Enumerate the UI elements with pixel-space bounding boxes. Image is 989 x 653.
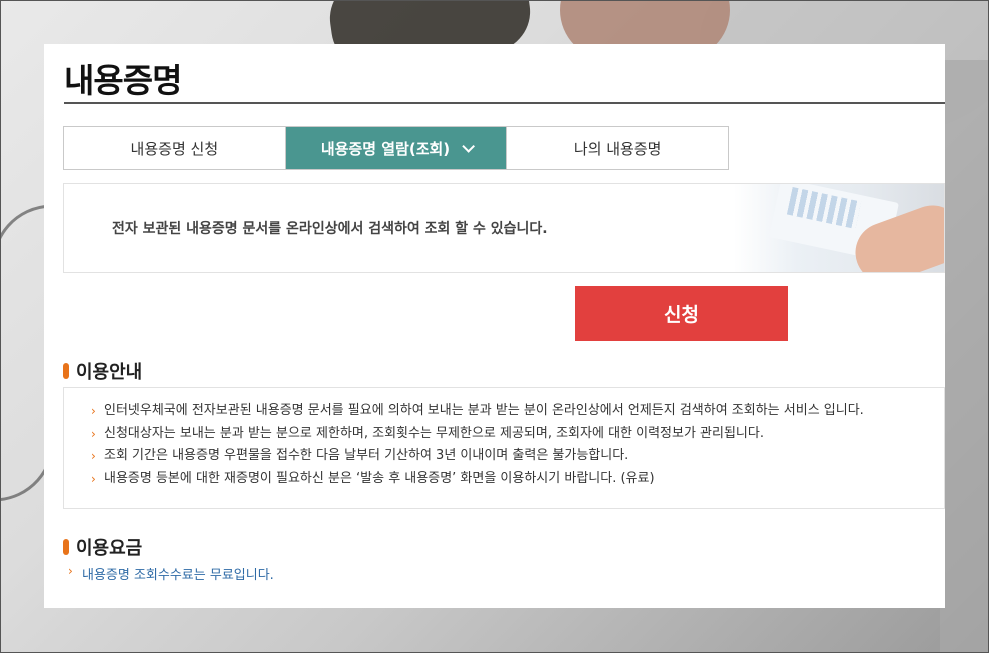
list-item-text: 신청대상자는 보내는 분과 받는 분으로 제한하며, 조회횟수는 무제한으로 제… — [104, 425, 764, 441]
list-item: › 인터넷우체국에 전자보관된 내용증명 문서를 필요에 의하여 보내는 분과 … — [64, 400, 944, 423]
tab-apply[interactable]: 내용증명 신청 — [64, 127, 285, 169]
content-panel: 내용증명 내용증명 신청 내용증명 열람(조회) 나의 내용증명 전자 보관된 … — [44, 44, 945, 608]
chevron-right-icon: › — [68, 564, 73, 578]
info-banner: 전자 보관된 내용증명 문서를 온라인상에서 검색하여 조회 할 수 있습니다. — [63, 183, 945, 273]
usage-guide-box: › 인터넷우체국에 전자보관된 내용증명 문서를 필요에 의하여 보내는 분과 … — [63, 387, 945, 509]
chevron-right-icon: › — [91, 404, 96, 418]
list-item: › 신청대상자는 보내는 분과 받는 분으로 제한하며, 조회횟수는 무제한으로… — [64, 423, 944, 446]
banner-image — [734, 184, 944, 272]
list-item-text: 내용증명 등본에 대한 재증명이 필요하신 분은 ‘발송 후 내용증명’ 화면을… — [104, 470, 655, 486]
chevron-right-icon: › — [91, 426, 96, 441]
chevron-down-icon — [462, 139, 476, 153]
tab-label: 나의 내용증명 — [573, 139, 662, 158]
list-item: › 내용증명 등본에 대한 재증명이 필요하신 분은 ‘발송 후 내용증명’ 화… — [64, 468, 944, 491]
tab-view[interactable]: 내용증명 열람(조회) — [284, 127, 507, 169]
tab-label: 내용증명 신청 — [130, 139, 219, 158]
title-divider — [64, 102, 945, 104]
section-marker-icon — [63, 363, 69, 379]
list-item: › 조회 기간은 내용증명 우편물을 접수한 다음 날부터 기산하여 3년 이내… — [64, 445, 944, 468]
tab-bar: 내용증명 신청 내용증명 열람(조회) 나의 내용증명 — [63, 126, 729, 170]
chevron-right-icon: › — [91, 471, 96, 486]
tab-label: 내용증명 열람(조회) — [320, 139, 451, 158]
list-item-text: 인터넷우체국에 전자보관된 내용증명 문서를 필요에 의하여 보내는 분과 받는… — [104, 403, 864, 418]
section-title: 이용안내 — [76, 362, 143, 383]
list-item-text: 조회 기간은 내용증명 우편물을 접수한 다음 날부터 기산하여 3년 이내이며… — [104, 448, 629, 463]
section-title: 이용요금 — [76, 538, 143, 559]
apply-button[interactable]: 신청 — [575, 286, 788, 341]
usage-fee-text: › 내용증명 조회수수료는 무료입니다. — [66, 564, 274, 583]
page-title: 내용증명 — [64, 61, 182, 100]
usage-guide-heading: 이용안내 — [63, 358, 142, 384]
section-marker-icon — [63, 539, 69, 555]
chevron-right-icon: › — [91, 449, 96, 463]
usage-fee-heading: 이용요금 — [63, 534, 142, 560]
banner-text: 전자 보관된 내용증명 문서를 온라인상에서 검색하여 조회 할 수 있습니다. — [112, 221, 548, 237]
tab-my-certifications[interactable]: 나의 내용증명 — [506, 127, 729, 169]
fee-text: 내용증명 조회수수료는 무료입니다. — [82, 568, 274, 583]
